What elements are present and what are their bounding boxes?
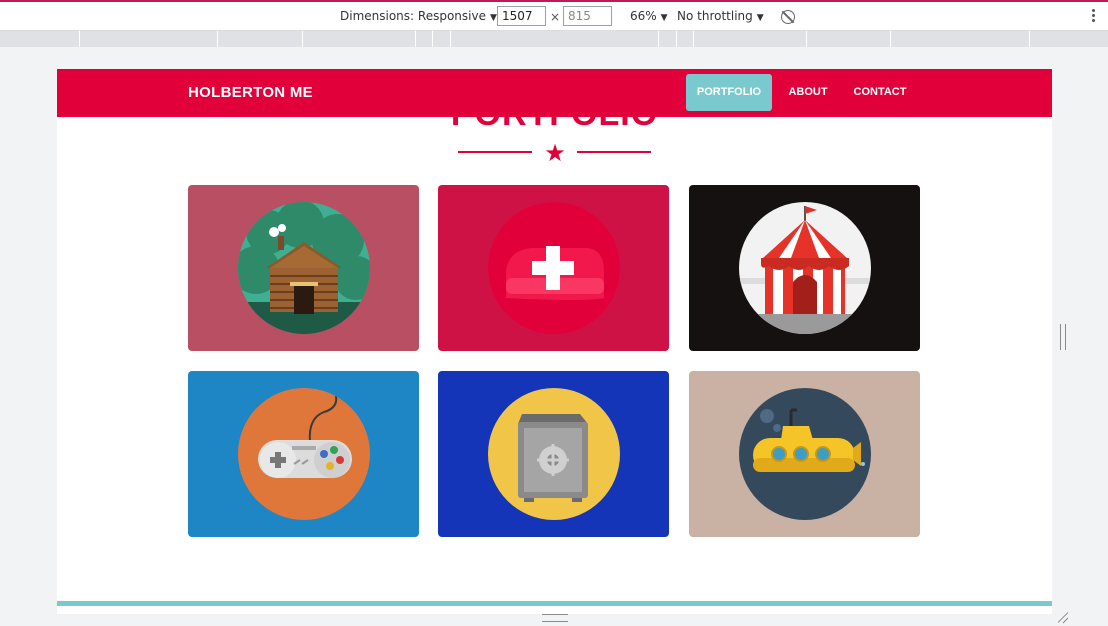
throttling-dropdown[interactable]: No throttling ▼ <box>677 9 764 23</box>
divider-right <box>577 151 651 153</box>
chevron-down-icon: ▼ <box>660 13 668 23</box>
right-resize-handle[interactable] <box>1060 324 1066 350</box>
ruler-tick <box>432 31 433 47</box>
divider-left <box>458 151 532 153</box>
height-input[interactable] <box>563 6 612 26</box>
circus-tent-icon <box>739 202 871 334</box>
device-viewport: PORTFOLIO HOLBERTON ME PORTFOLIO ABOUT C… <box>57 69 1052 614</box>
more-options-icon[interactable] <box>1088 8 1098 26</box>
bottom-resize-handle[interactable] <box>542 614 568 622</box>
devtools-toolbar: Dimensions: Responsive▼ × 66%▼ No thrott… <box>0 0 1108 31</box>
portfolio-card-safe[interactable] <box>438 371 669 537</box>
ruler-tick <box>217 31 218 47</box>
nav-about[interactable]: ABOUT <box>780 74 836 111</box>
zoom-label: 66% <box>630 9 657 23</box>
ruler-tick <box>806 31 807 47</box>
ruler-tick <box>676 31 677 47</box>
game-controller-icon <box>238 388 370 520</box>
ruler-tick <box>302 31 303 47</box>
nav-contact[interactable]: CONTACT <box>847 74 913 111</box>
ruler-tick <box>415 31 416 47</box>
zoom-dropdown[interactable]: 66% ▼ <box>630 9 668 23</box>
dimensions-label: Dimensions: Responsive <box>340 9 486 23</box>
corner-resize-handle[interactable] <box>1056 610 1070 624</box>
portfolio-card-cake[interactable] <box>438 185 669 351</box>
ruler-tick <box>693 31 694 47</box>
ruler-tick <box>1029 31 1030 47</box>
portfolio-card-controller[interactable] <box>188 371 419 537</box>
portfolio-card-cabin[interactable] <box>188 185 419 351</box>
site-navbar: HOLBERTON ME PORTFOLIO ABOUT CONTACT <box>57 69 1052 117</box>
portfolio-card-circus[interactable] <box>689 185 920 351</box>
site-brand[interactable]: HOLBERTON ME <box>188 84 313 101</box>
media-query-ruler[interactable] <box>0 31 1108 47</box>
throttling-label: No throttling <box>677 9 753 23</box>
ruler-tick <box>890 31 891 47</box>
dimensions-dropdown[interactable]: Dimensions: Responsive ▼ <box>340 9 497 23</box>
chevron-down-icon: ▼ <box>756 13 764 23</box>
ruler-tick <box>658 31 659 47</box>
cake-icon <box>488 202 620 334</box>
ruler-tick <box>79 31 80 47</box>
nav-portfolio[interactable]: PORTFOLIO <box>686 74 772 111</box>
chevron-down-icon: ▼ <box>489 13 497 23</box>
safe-icon <box>488 388 620 520</box>
log-cabin-icon <box>238 202 370 334</box>
portfolio-card-submarine[interactable] <box>689 371 920 537</box>
footer-accent-bar <box>57 601 1052 606</box>
rotate-icon[interactable] <box>781 10 795 24</box>
ruler-tick <box>450 31 451 47</box>
width-input[interactable] <box>497 6 546 26</box>
submarine-icon <box>739 388 871 520</box>
star-icon: ★ <box>544 139 566 167</box>
dimension-separator: × <box>550 10 561 24</box>
